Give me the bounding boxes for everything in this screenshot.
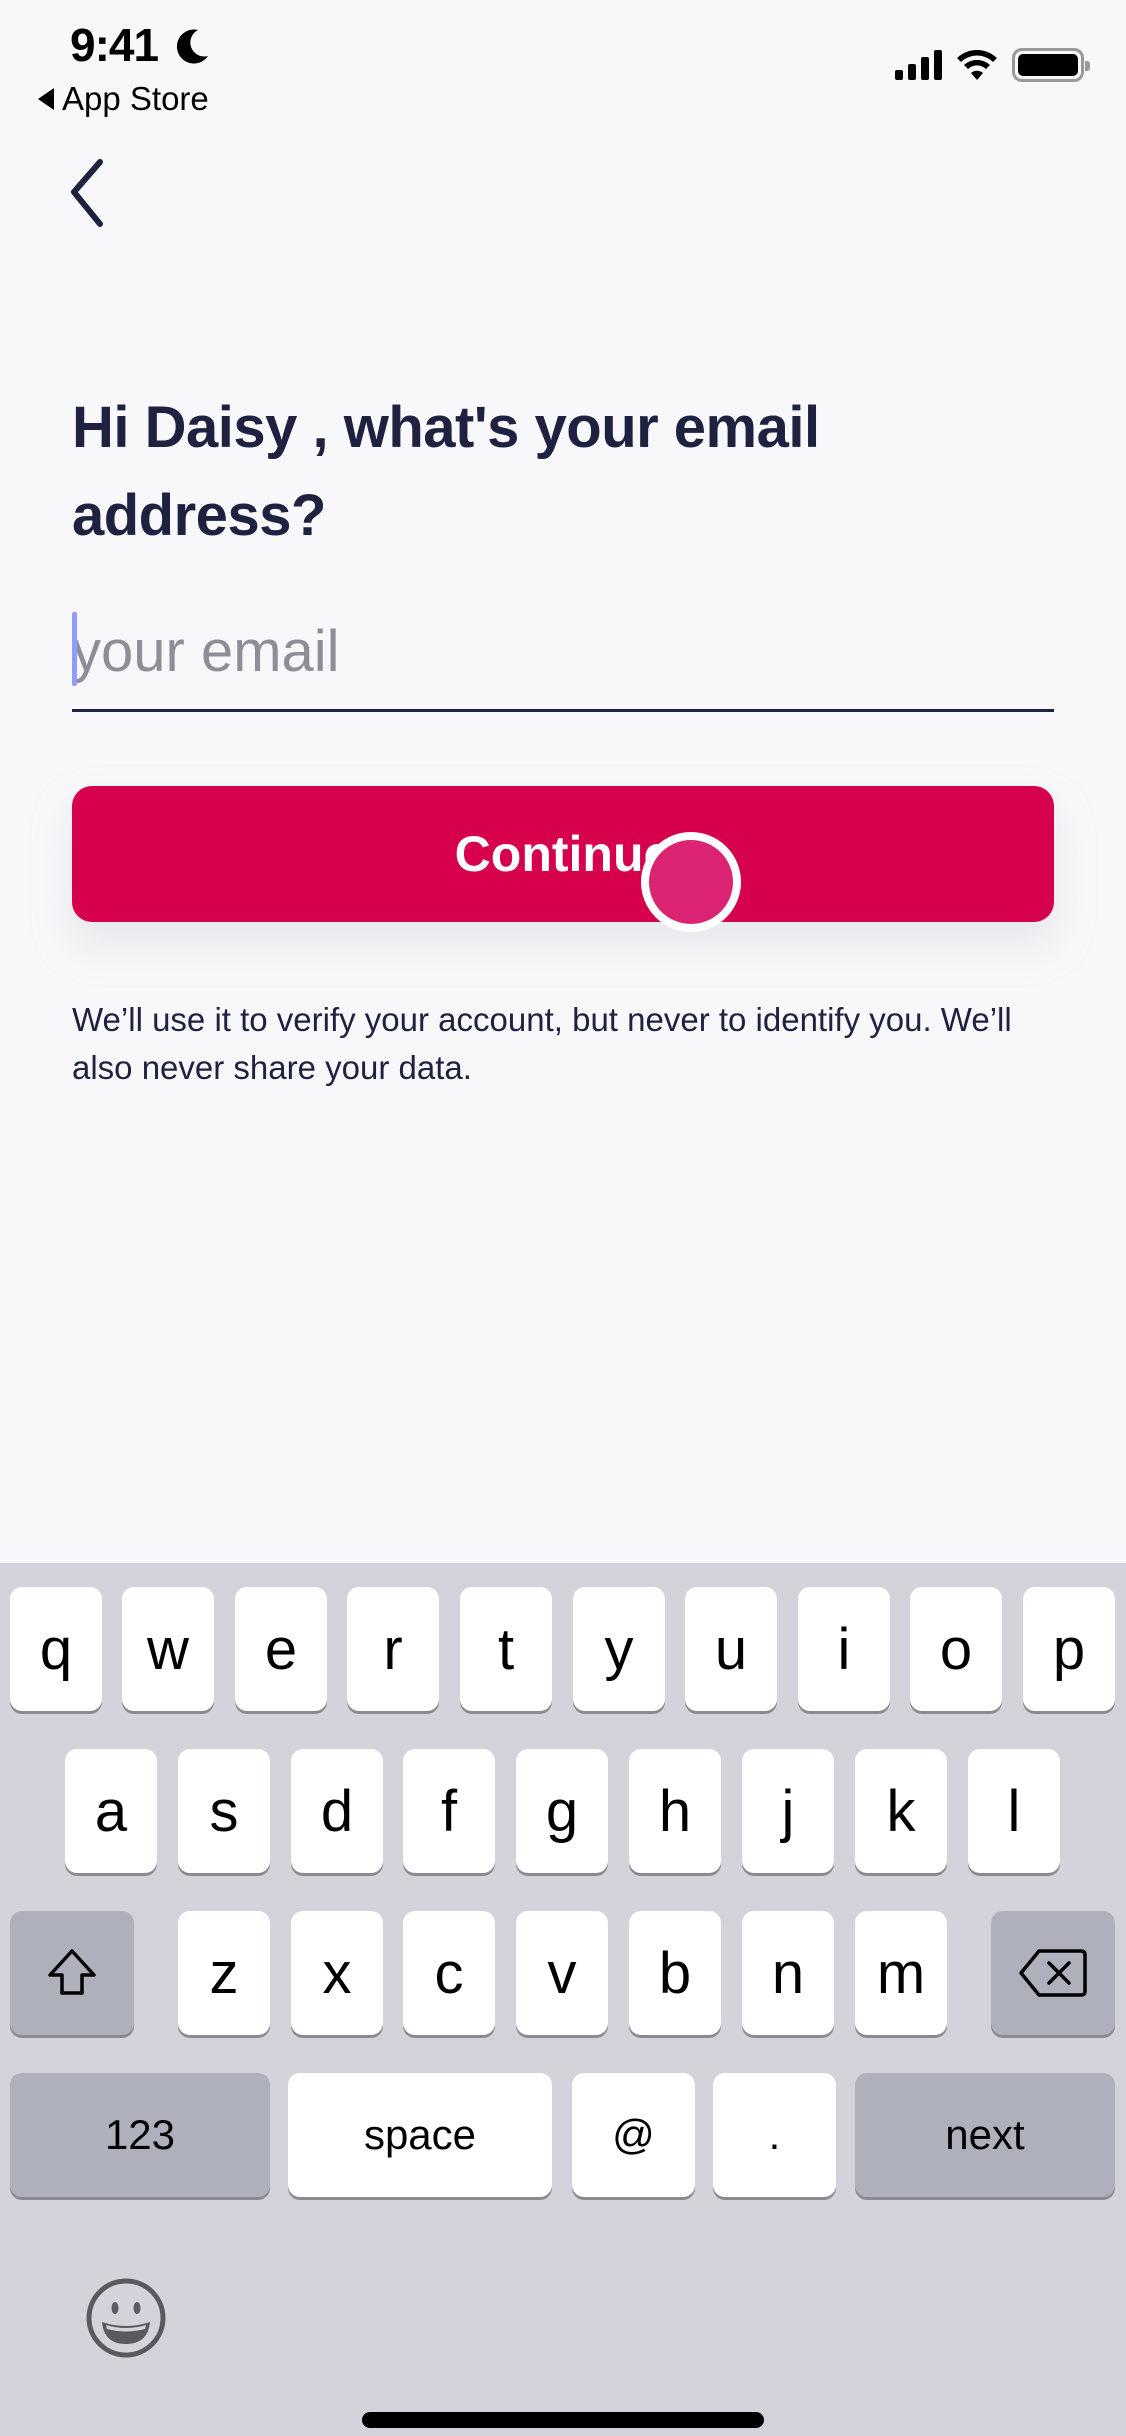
key-p[interactable]: p [1023, 1587, 1115, 1711]
key-r[interactable]: r [347, 1587, 439, 1711]
page-title: Hi Daisy , what's your email address? [72, 395, 820, 548]
privacy-helper-text: We’ll use it to verify your account, but… [72, 1001, 1012, 1086]
home-indicator [362, 2412, 764, 2428]
key-h[interactable]: h [629, 1749, 721, 1873]
shift-key[interactable] [10, 1911, 134, 2035]
back-app-label: App Store [62, 80, 209, 117]
key-n[interactable]: n [742, 1911, 834, 2035]
wifi-icon [957, 50, 997, 80]
key-z[interactable]: z [178, 1911, 270, 2035]
key-u[interactable]: u [685, 1587, 777, 1711]
key-k[interactable]: k [855, 1749, 947, 1873]
key-v[interactable]: v [516, 1911, 608, 2035]
moon-icon [176, 29, 208, 64]
key-m[interactable]: m [855, 1911, 947, 2035]
key-i[interactable]: i [798, 1587, 890, 1711]
at-key[interactable]: @ [572, 2073, 695, 2197]
key-y[interactable]: y [573, 1587, 665, 1711]
cellular-signal-icon [895, 50, 942, 80]
next-key[interactable]: next [855, 2073, 1115, 2197]
status-time: 9:41 [70, 19, 159, 71]
email-field[interactable] [72, 596, 1054, 712]
key-l[interactable]: l [968, 1749, 1060, 1873]
numbers-key[interactable]: 123 [10, 2073, 270, 2197]
key-d[interactable]: d [291, 1749, 383, 1873]
delete-backspace-icon [1019, 1949, 1087, 1997]
dot-key[interactable]: . [713, 2073, 836, 2197]
key-f[interactable]: f [403, 1749, 495, 1873]
battery-icon [1012, 48, 1090, 82]
key-o[interactable]: o [910, 1587, 1002, 1711]
space-key[interactable]: space [288, 2073, 552, 2197]
back-triangle-icon [38, 88, 54, 110]
key-s[interactable]: s [178, 1749, 270, 1873]
shift-icon [48, 1949, 96, 1995]
key-c[interactable]: c [403, 1911, 495, 2035]
text-cursor [72, 612, 77, 686]
key-a[interactable]: a [65, 1749, 157, 1873]
key-g[interactable]: g [516, 1749, 608, 1873]
status-icons [895, 48, 1090, 82]
key-q[interactable]: q [10, 1587, 102, 1711]
key-j[interactable]: j [742, 1749, 834, 1873]
key-b[interactable]: b [629, 1911, 721, 2035]
key-w[interactable]: w [122, 1587, 214, 1711]
key-x[interactable]: x [291, 1911, 383, 2035]
email-input[interactable] [72, 596, 1054, 696]
continue-button[interactable]: Continue [72, 786, 1054, 922]
back-chevron-icon[interactable] [60, 150, 124, 234]
key-t[interactable]: t [460, 1587, 552, 1711]
delete-key[interactable] [991, 1911, 1115, 2035]
emoji-icon[interactable] [84, 2276, 168, 2360]
back-to-app-store-link[interactable]: App Store [38, 80, 209, 118]
key-e[interactable]: e [235, 1587, 327, 1711]
